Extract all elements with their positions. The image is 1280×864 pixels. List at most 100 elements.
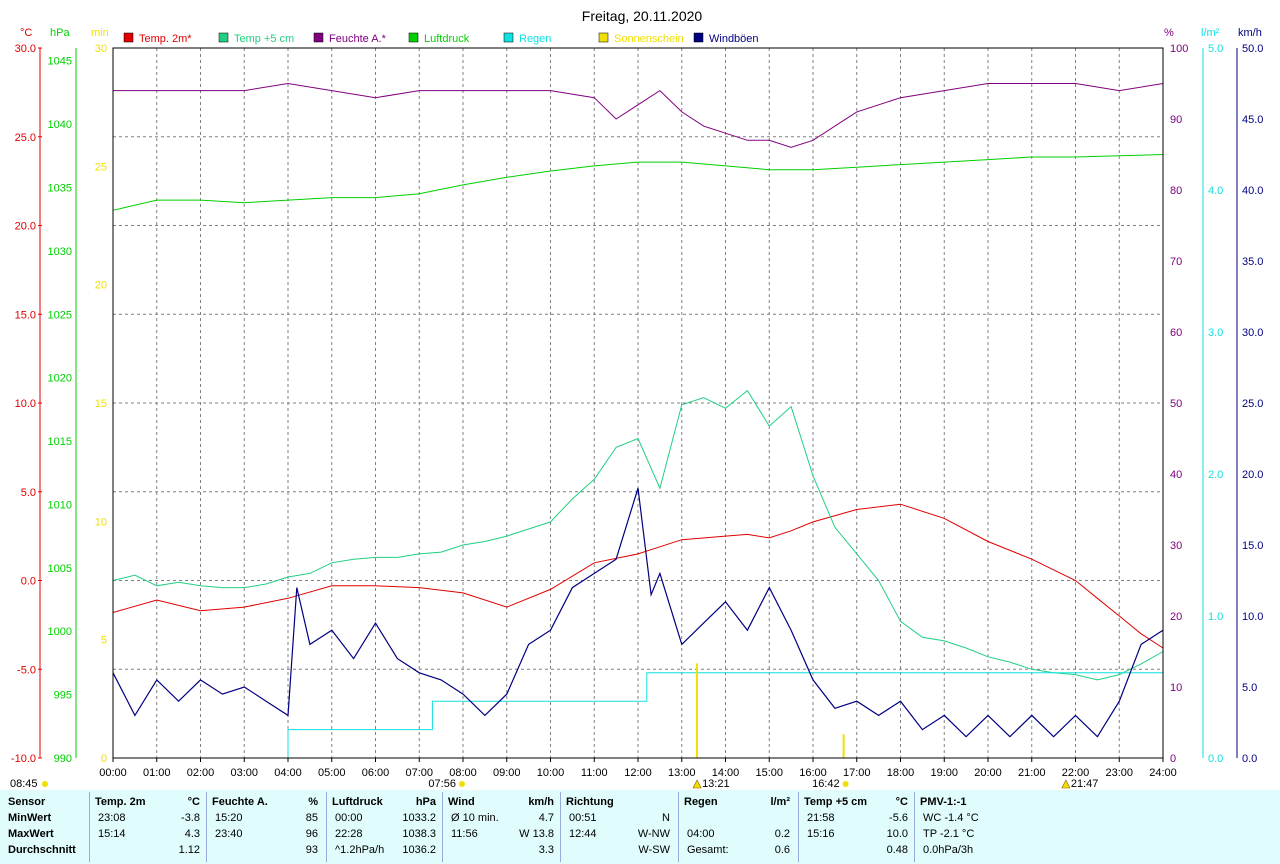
chart-title: Freitag, 20.11.2020	[582, 8, 703, 24]
sun-event-icon	[458, 781, 465, 787]
sunshine_min-tick-label: 5	[101, 635, 107, 647]
temp_c-tick-label: 30.0	[15, 43, 36, 55]
x-tick-label: 15:00	[755, 767, 783, 779]
legend-swatch	[408, 32, 419, 43]
stats-header-rain: Regen	[684, 796, 718, 808]
pressure_hpa-tick-label: 1005	[48, 563, 72, 575]
stats-value-rain: 0.2	[774, 828, 790, 840]
x-tick-label: 12:00	[624, 767, 652, 779]
humidity_pct-tick-label: 0	[1170, 753, 1176, 765]
statistics-panel: Sensor MinWert MaxWert Durchschnitt Temp. 2m…	[0, 790, 1280, 864]
pressure_hpa-tick-label: 1020	[48, 373, 72, 385]
pressure_hpa-tick-label: 1040	[48, 119, 72, 131]
temp_c-unit-label: °C	[20, 27, 32, 39]
x-tick-label: 02:00	[187, 767, 215, 779]
wind_kmh-tick-label: 10.0	[1242, 611, 1263, 623]
x-tick-label: 09:00	[493, 767, 521, 779]
chart-background	[0, 0, 1280, 790]
humidity_pct-unit-label: %	[1164, 27, 1174, 39]
sunshine_min-tick-label: 30	[95, 43, 107, 55]
stats-value-temp2m: 1.12	[178, 844, 200, 856]
legend-label: Feuchte A.*	[329, 33, 387, 45]
temp_c-tick-label: 0.0	[21, 576, 36, 588]
legend-label: Temp +5 cm	[234, 33, 294, 45]
pressure_hpa-tick-label: 1025	[48, 309, 72, 321]
sunshine_min-tick-label: 0	[101, 753, 107, 765]
stats-header-wind: Wind	[448, 796, 475, 808]
stats-value-wind: W 13.8	[519, 828, 554, 840]
legend-label: Regen	[519, 33, 551, 45]
x-tick-label: 05:00	[318, 767, 346, 779]
column-separator	[89, 792, 90, 862]
humidity_pct-tick-label: 70	[1170, 256, 1182, 268]
x-tick-label: 11:00	[581, 767, 608, 779]
legend-swatch	[218, 32, 229, 43]
stats-value-pressure: 1033.2	[402, 812, 436, 824]
stats-unit-temp2m: °C	[187, 796, 200, 808]
rain_lm2-tick-label: 0.0	[1208, 753, 1223, 765]
column-separator	[560, 792, 561, 862]
rain_lm2-tick-label: 2.0	[1208, 469, 1223, 481]
marker-label: 21:47	[1071, 778, 1099, 790]
legend-label: Temp. 2m*	[139, 33, 192, 45]
stats-header-dir: Richtung	[566, 796, 614, 808]
stats-value-humidity: 93	[305, 844, 318, 856]
pressure_hpa-tick-label: 1010	[48, 499, 72, 511]
column-separator	[206, 792, 207, 862]
pressure_hpa-tick-label: 1045	[48, 56, 72, 68]
stats-value-temp2m: 4.3	[184, 828, 200, 840]
legend-swatch	[693, 32, 704, 43]
sunshine_min-tick-label: 10	[95, 516, 107, 528]
stats-value-wind: 4.7	[538, 812, 554, 824]
stats-header-pmv: PMV-1:-1	[920, 796, 967, 808]
column-separator	[326, 792, 327, 862]
humidity_pct-tick-label: 50	[1170, 398, 1182, 410]
stats-value-rain: 0.6	[774, 844, 790, 856]
legend-label: Windböen	[709, 33, 759, 45]
stats-label-pmv: WC -1.4 °C	[923, 812, 979, 824]
x-tick-label: 21:00	[1018, 767, 1046, 779]
stats-unit-rain: l/m²	[770, 796, 790, 808]
temp_c-tick-label: 25.0	[15, 132, 36, 144]
column-separator	[678, 792, 679, 862]
pressure_hpa-tick-label: 1035	[48, 182, 72, 194]
legend-label: Luftdruck	[424, 33, 470, 45]
wind_kmh-tick-label: 0.0	[1242, 753, 1257, 765]
wind_kmh-tick-label: 30.0	[1242, 327, 1263, 339]
stats-value-dir: N	[662, 812, 670, 824]
x-tick-label: 04:00	[274, 767, 302, 779]
stats-label-pmv: TP -2.1 °C	[923, 828, 975, 840]
stats-header-sensor: Sensor	[8, 796, 46, 808]
stats-value-temp5cm: 0.48	[886, 844, 908, 856]
legend-swatch	[598, 32, 609, 43]
x-tick-label: 20:00	[974, 767, 1002, 779]
temp_c-tick-label: 5.0	[21, 487, 36, 499]
humidity_pct-tick-label: 100	[1170, 43, 1188, 55]
pressure_hpa-tick-label: 1000	[48, 626, 72, 638]
temp_c-tick-label: -5.0	[17, 664, 36, 676]
rain_lm2-tick-label: 5.0	[1208, 43, 1223, 55]
wind_kmh-tick-label: 50.0	[1242, 43, 1263, 55]
wind_kmh-unit-label: km/h	[1238, 27, 1262, 39]
stats-value-dir: W-NW	[637, 828, 670, 840]
column-separator	[914, 792, 915, 862]
x-tick-label: 00:00	[99, 767, 127, 779]
stats-value-humidity: 85	[305, 812, 318, 824]
stats-value-pressure: 1038.3	[402, 828, 436, 840]
stats-label-sensor: MaxWert	[8, 828, 54, 840]
wind_kmh-tick-label: 40.0	[1242, 185, 1263, 197]
pressure_hpa-unit-label: hPa	[50, 27, 70, 39]
weather-chart: Freitag, 20.11.2020 Temp. 2m* Temp +5 cm F…	[0, 0, 1280, 790]
humidity_pct-tick-label: 60	[1170, 327, 1182, 339]
stats-label-pmv: 0.0hPa/3h	[923, 844, 974, 856]
stats-unit-humidity: %	[308, 796, 318, 808]
corner-sun-icon	[42, 781, 48, 787]
stats-label-sensor: MinWert	[8, 812, 52, 824]
humidity_pct-tick-label: 90	[1170, 114, 1182, 126]
stats-value-dir: W-SW	[638, 844, 670, 856]
x-tick-label: 24:00	[1149, 767, 1177, 779]
humidity_pct-tick-label: 40	[1170, 469, 1182, 481]
humidity_pct-tick-label: 80	[1170, 185, 1182, 197]
pressure_hpa-tick-label: 995	[54, 690, 72, 702]
legend-swatch	[313, 32, 324, 43]
